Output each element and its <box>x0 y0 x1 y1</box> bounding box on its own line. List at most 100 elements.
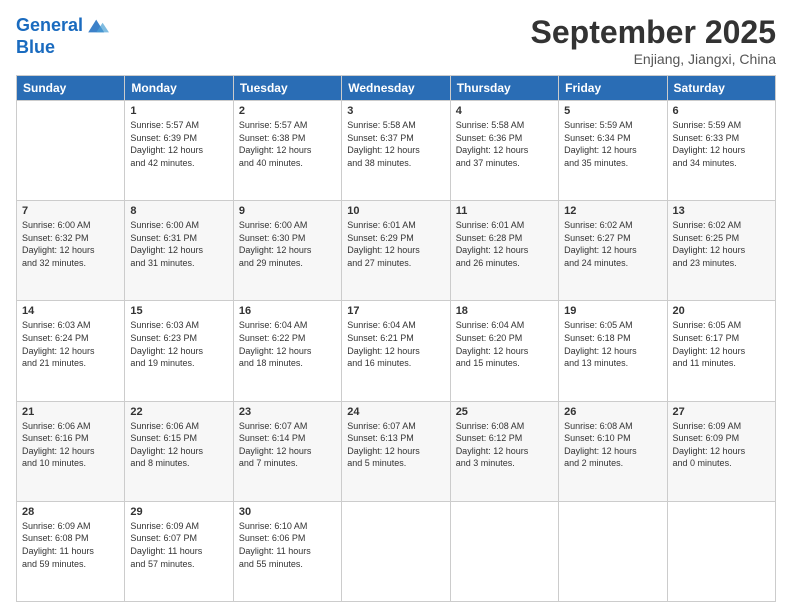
day-cell: 5 Sunrise: 5:59 AM Sunset: 6:34 PM Daylig… <box>559 101 667 201</box>
day-cell: 4Sunrise: 5:58 AM Sunset: 6:36 PM Daylig… <box>450 101 558 201</box>
day-cell: 7 Sunrise: 6:00 AM Sunset: 6:32 PM Daylig… <box>17 201 125 301</box>
col-header-monday: Monday <box>125 76 233 101</box>
day-cell: 30 Sunrise: 6:10 AM Sunset: 6:06 PM Dayli… <box>233 501 341 601</box>
day-info: Sunrise: 6:05 AM Sunset: 6:18 PM Dayligh… <box>564 319 661 369</box>
day-cell: 9 Sunrise: 6:00 AM Sunset: 6:30 PM Daylig… <box>233 201 341 301</box>
col-header-thursday: Thursday <box>450 76 558 101</box>
col-header-saturday: Saturday <box>667 76 775 101</box>
week-row-1: 1 Sunrise: 5:57 AM Sunset: 6:39 PM Daylig… <box>17 101 776 201</box>
day-info: Sunrise: 6:07 AM Sunset: 6:14 PM Dayligh… <box>239 420 336 470</box>
day-cell: 26 Sunrise: 6:08 AM Sunset: 6:10 PM Dayli… <box>559 401 667 501</box>
day-number: 20 <box>673 305 770 317</box>
day-cell: 10Sunrise: 6:01 AM Sunset: 6:29 PM Dayli… <box>342 201 450 301</box>
day-info: Sunrise: 6:05 AM Sunset: 6:17 PM Dayligh… <box>673 319 770 369</box>
col-header-tuesday: Tuesday <box>233 76 341 101</box>
day-cell <box>559 501 667 601</box>
day-cell: 2 Sunrise: 5:57 AM Sunset: 6:38 PM Daylig… <box>233 101 341 201</box>
day-number: 9 <box>239 205 336 217</box>
day-cell: 1 Sunrise: 5:57 AM Sunset: 6:39 PM Daylig… <box>125 101 233 201</box>
day-number: 11 <box>456 205 553 217</box>
day-info: Sunrise: 5:57 AM Sunset: 6:38 PM Dayligh… <box>239 119 336 169</box>
day-cell: 20 Sunrise: 6:05 AM Sunset: 6:17 PM Dayli… <box>667 301 775 401</box>
day-info: Sunrise: 6:00 AM Sunset: 6:30 PM Dayligh… <box>239 219 336 269</box>
day-number: 19 <box>564 305 661 317</box>
day-info: Sunrise: 5:59 AM Sunset: 6:33 PM Dayligh… <box>673 119 770 169</box>
day-cell <box>450 501 558 601</box>
day-number: 16 <box>239 305 336 317</box>
title-block: September 2025 Enjiang, Jiangxi, China <box>531 14 776 67</box>
day-info: Sunrise: 6:03 AM Sunset: 6:23 PM Dayligh… <box>130 319 227 369</box>
day-cell: 24 Sunrise: 6:07 AM Sunset: 6:13 PM Dayli… <box>342 401 450 501</box>
week-row-5: 28 Sunrise: 6:09 AM Sunset: 6:08 PM Dayli… <box>17 501 776 601</box>
day-number: 29 <box>130 506 227 518</box>
day-number: 25 <box>456 406 553 418</box>
day-number: 5 <box>564 105 661 117</box>
day-cell: 12Sunrise: 6:02 AM Sunset: 6:27 PM Dayli… <box>559 201 667 301</box>
day-number: 28 <box>22 506 119 518</box>
col-header-friday: Friday <box>559 76 667 101</box>
day-info: Sunrise: 5:59 AM Sunset: 6:34 PM Dayligh… <box>564 119 661 169</box>
day-info: Sunrise: 6:09 AM Sunset: 6:08 PM Dayligh… <box>22 520 119 570</box>
day-cell: 19 Sunrise: 6:05 AM Sunset: 6:18 PM Dayli… <box>559 301 667 401</box>
header-row: SundayMondayTuesdayWednesdayThursdayFrid… <box>17 76 776 101</box>
day-info: Sunrise: 6:08 AM Sunset: 6:12 PM Dayligh… <box>456 420 553 470</box>
day-info: Sunrise: 6:06 AM Sunset: 6:16 PM Dayligh… <box>22 420 119 470</box>
day-cell: 27Sunrise: 6:09 AM Sunset: 6:09 PM Dayli… <box>667 401 775 501</box>
day-info: Sunrise: 6:04 AM Sunset: 6:21 PM Dayligh… <box>347 319 444 369</box>
week-row-4: 21 Sunrise: 6:06 AM Sunset: 6:16 PM Dayli… <box>17 401 776 501</box>
month-title: September 2025 <box>531 14 776 51</box>
day-cell: 18 Sunrise: 6:04 AM Sunset: 6:20 PM Dayli… <box>450 301 558 401</box>
week-row-3: 14Sunrise: 6:03 AM Sunset: 6:24 PM Dayli… <box>17 301 776 401</box>
day-info: Sunrise: 6:00 AM Sunset: 6:32 PM Dayligh… <box>22 219 119 269</box>
page: General Blue September 2025 Enjiang, Jia… <box>0 0 792 612</box>
day-info: Sunrise: 5:57 AM Sunset: 6:39 PM Dayligh… <box>130 119 227 169</box>
day-info: Sunrise: 6:04 AM Sunset: 6:22 PM Dayligh… <box>239 319 336 369</box>
header: General Blue September 2025 Enjiang, Jia… <box>16 14 776 67</box>
day-number: 10 <box>347 205 444 217</box>
day-number: 4 <box>456 105 553 117</box>
day-number: 1 <box>130 105 227 117</box>
day-number: 2 <box>239 105 336 117</box>
day-cell: 3Sunrise: 5:58 AM Sunset: 6:37 PM Daylig… <box>342 101 450 201</box>
day-info: Sunrise: 6:09 AM Sunset: 6:09 PM Dayligh… <box>673 420 770 470</box>
day-cell: 13 Sunrise: 6:02 AM Sunset: 6:25 PM Dayli… <box>667 201 775 301</box>
day-info: Sunrise: 6:02 AM Sunset: 6:25 PM Dayligh… <box>673 219 770 269</box>
day-info: Sunrise: 6:10 AM Sunset: 6:06 PM Dayligh… <box>239 520 336 570</box>
day-info: Sunrise: 6:04 AM Sunset: 6:20 PM Dayligh… <box>456 319 553 369</box>
day-info: Sunrise: 6:01 AM Sunset: 6:28 PM Dayligh… <box>456 219 553 269</box>
calendar-table: SundayMondayTuesdayWednesdayThursdayFrid… <box>16 75 776 602</box>
day-number: 26 <box>564 406 661 418</box>
day-cell: 29Sunrise: 6:09 AM Sunset: 6:07 PM Dayli… <box>125 501 233 601</box>
day-cell: 11 Sunrise: 6:01 AM Sunset: 6:28 PM Dayli… <box>450 201 558 301</box>
week-row-2: 7 Sunrise: 6:00 AM Sunset: 6:32 PM Daylig… <box>17 201 776 301</box>
day-number: 22 <box>130 406 227 418</box>
day-info: Sunrise: 5:58 AM Sunset: 6:37 PM Dayligh… <box>347 119 444 169</box>
day-cell: 23 Sunrise: 6:07 AM Sunset: 6:14 PM Dayli… <box>233 401 341 501</box>
day-number: 30 <box>239 506 336 518</box>
day-cell: 8Sunrise: 6:00 AM Sunset: 6:31 PM Daylig… <box>125 201 233 301</box>
location: Enjiang, Jiangxi, China <box>531 51 776 67</box>
day-number: 23 <box>239 406 336 418</box>
day-number: 21 <box>22 406 119 418</box>
day-number: 15 <box>130 305 227 317</box>
day-cell <box>342 501 450 601</box>
day-number: 13 <box>673 205 770 217</box>
day-info: Sunrise: 6:02 AM Sunset: 6:27 PM Dayligh… <box>564 219 661 269</box>
day-info: Sunrise: 6:03 AM Sunset: 6:24 PM Dayligh… <box>22 319 119 369</box>
day-info: Sunrise: 6:07 AM Sunset: 6:13 PM Dayligh… <box>347 420 444 470</box>
day-info: Sunrise: 6:00 AM Sunset: 6:31 PM Dayligh… <box>130 219 227 269</box>
day-number: 18 <box>456 305 553 317</box>
col-header-wednesday: Wednesday <box>342 76 450 101</box>
day-cell: 25 Sunrise: 6:08 AM Sunset: 6:12 PM Dayli… <box>450 401 558 501</box>
day-cell: 17Sunrise: 6:04 AM Sunset: 6:21 PM Dayli… <box>342 301 450 401</box>
day-cell: 16 Sunrise: 6:04 AM Sunset: 6:22 PM Dayli… <box>233 301 341 401</box>
day-cell: 22Sunrise: 6:06 AM Sunset: 6:15 PM Dayli… <box>125 401 233 501</box>
day-cell: 15 Sunrise: 6:03 AM Sunset: 6:23 PM Dayli… <box>125 301 233 401</box>
day-cell: 21 Sunrise: 6:06 AM Sunset: 6:16 PM Dayli… <box>17 401 125 501</box>
day-number: 7 <box>22 205 119 217</box>
day-info: Sunrise: 6:08 AM Sunset: 6:10 PM Dayligh… <box>564 420 661 470</box>
col-header-sunday: Sunday <box>17 76 125 101</box>
day-number: 24 <box>347 406 444 418</box>
logo-text2: Blue <box>16 38 109 58</box>
logo-text: General <box>16 16 83 36</box>
